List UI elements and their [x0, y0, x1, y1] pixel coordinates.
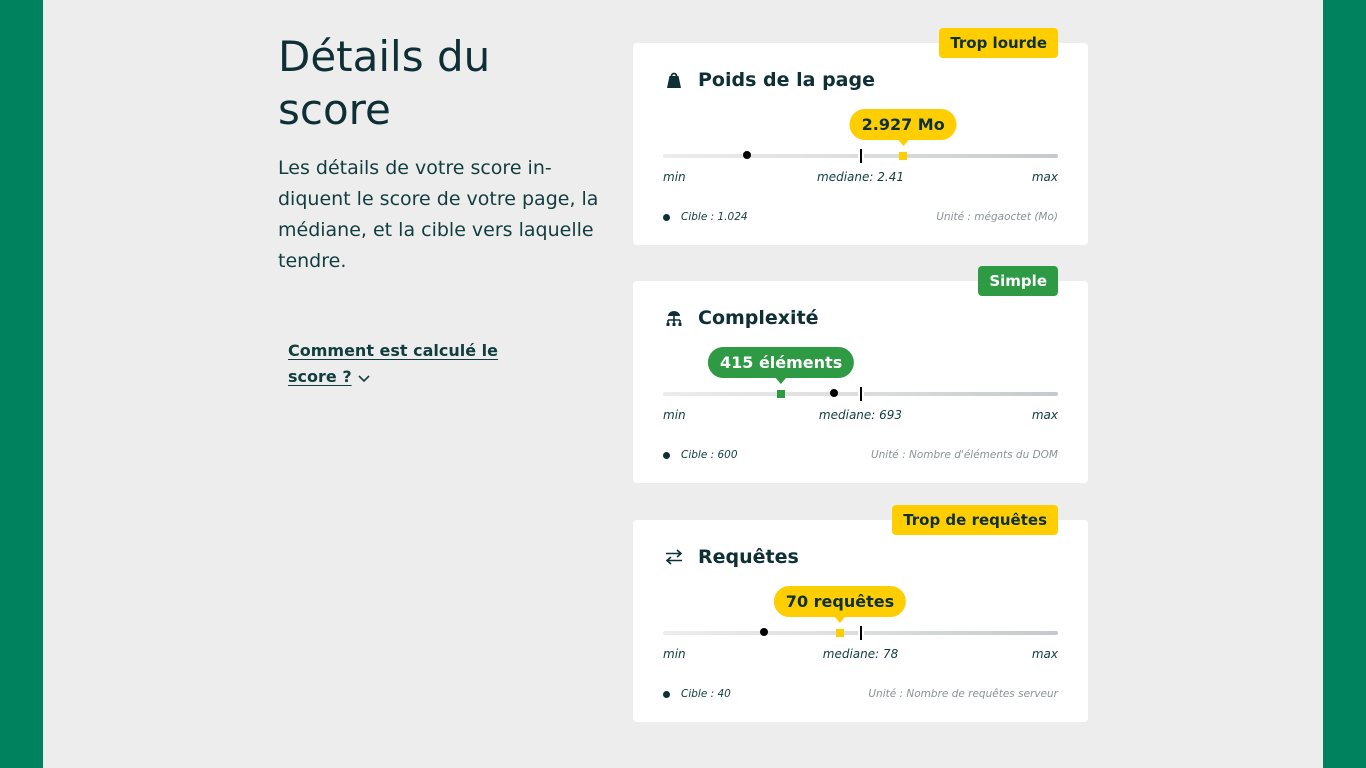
card-footer: Cible : 1.024 Unité : mégaoctet (Mo) [663, 211, 1058, 225]
axis-min-label: min [663, 170, 686, 184]
card-title: Complexité [698, 307, 819, 329]
axis-max-label: max [1031, 170, 1058, 184]
median-marker [859, 149, 862, 163]
how-score-calculated-toggle[interactable]: Comment est calculé le score ? [288, 338, 508, 391]
median-marker [859, 626, 862, 640]
card-requests: Trop de requêtes Requêtes 70 requêtes mi… [633, 505, 1088, 722]
target-marker [760, 628, 769, 636]
section-description: Les détails de votre score in-diquent le… [278, 157, 599, 272]
how-link-label: Comment est calculé le score ? [288, 341, 499, 386]
target-label: Cible : 600 [681, 449, 738, 461]
swap-icon [663, 546, 685, 568]
gauge-axis: min mediane: 78 max [663, 647, 1058, 663]
target-legend: Cible : 1.024 [663, 211, 748, 223]
score-marker [835, 629, 844, 637]
median-marker [859, 387, 862, 401]
axis-max-label: max [1031, 647, 1058, 661]
card-header: Requêtes [663, 544, 799, 570]
gauge-axis: min mediane: 2.41 max [663, 170, 1058, 186]
card-footer: Cible : 600 Unité : Nombre d'éléments du… [663, 449, 1058, 463]
target-marker [830, 389, 839, 397]
target-label: Cible : 40 [681, 688, 731, 700]
score-bubble: 415 éléments [707, 347, 855, 384]
card-page-weight: Trop lourde Poids de la page 2.927 Mo mi… [633, 28, 1088, 245]
unit-label: Unité : Nombre d'éléments du DOM [870, 449, 1058, 461]
weight-icon [663, 69, 685, 91]
status-badge: Trop de requêtes [892, 505, 1058, 535]
card-title: Requêtes [698, 546, 799, 568]
gauge-axis: min mediane: 693 max [663, 408, 1058, 424]
score-gauge: 415 éléments [663, 347, 1058, 401]
target-legend: Cible : 40 [663, 688, 731, 700]
target-label: Cible : 1.024 [681, 211, 748, 223]
axis-median-label: mediane: 78 [822, 647, 899, 661]
score-gauge: 2.927 Mo [663, 109, 1058, 163]
sitemap-icon [663, 307, 685, 329]
unit-label: Unité : mégaoctet (Mo) [936, 211, 1058, 223]
axis-min-label: min [663, 408, 686, 422]
card-complexity: Simple Complexité 415 éléments min media… [633, 266, 1088, 483]
page-title: Détails du score [278, 32, 491, 134]
axis-median-label: mediane: 2.41 [817, 170, 904, 184]
target-dot-icon [663, 451, 670, 459]
unit-label: Unité : Nombre de requêtes serveur [868, 688, 1058, 700]
score-marker [899, 152, 908, 160]
card-header: Poids de la page [663, 67, 875, 93]
target-marker [743, 151, 752, 159]
target-legend: Cible : 600 [663, 449, 738, 461]
score-bubble: 70 requêtes [773, 586, 907, 623]
axis-median-label: mediane: 693 [818, 408, 903, 422]
status-badge: Trop lourde [939, 28, 1058, 58]
chevron-down-icon [358, 365, 370, 391]
page-container: Détails du score Les détails de votre sc… [43, 0, 1323, 768]
card-header: Complexité [663, 305, 819, 331]
axis-max-label: max [1031, 408, 1058, 422]
status-badge: Simple [978, 266, 1058, 296]
score-gauge: 70 requêtes [663, 586, 1058, 640]
axis-min-label: min [663, 647, 686, 661]
score-marker [777, 390, 786, 398]
card-title: Poids de la page [698, 69, 875, 91]
card-footer: Cible : 40 Unité : Nombre de requêtes se… [663, 688, 1058, 702]
target-dot-icon [663, 690, 670, 698]
score-bubble: 2.927 Mo [849, 109, 957, 146]
target-dot-icon [663, 213, 670, 221]
